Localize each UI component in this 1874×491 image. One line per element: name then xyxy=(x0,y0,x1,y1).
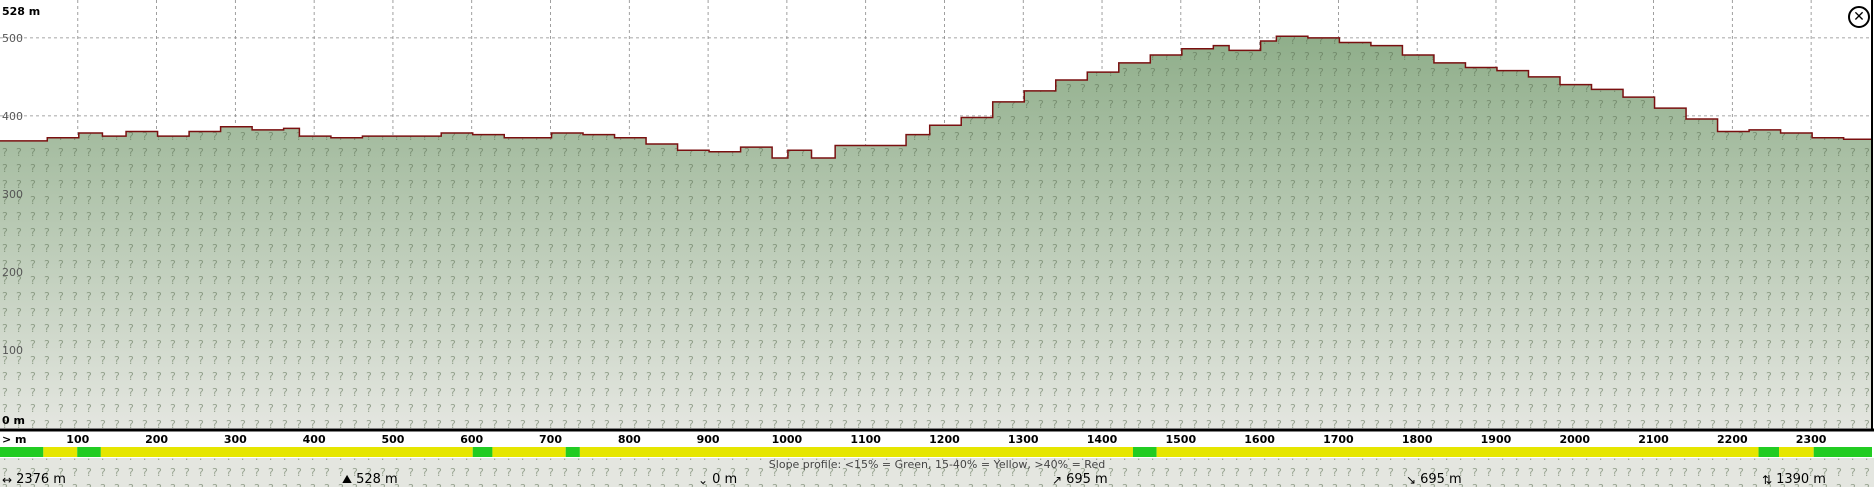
slope-segment xyxy=(0,447,44,457)
y-min-label: 0 m xyxy=(2,414,25,427)
slope-segment xyxy=(1813,447,1872,457)
slope-segment xyxy=(1758,447,1780,457)
close-icon: ✕ xyxy=(1853,9,1865,25)
stat-ascent-value: 695 m xyxy=(1066,472,1108,487)
stat-distance: ↔ 2376 m xyxy=(2,472,66,487)
stat-max-elevation-value: 528 m xyxy=(356,472,398,487)
stat-min-elevation-value: 0 m xyxy=(712,472,738,487)
descent-icon: ↘ xyxy=(1406,472,1417,487)
stat-elevation-range-value: 1390 m xyxy=(1776,472,1826,487)
y-tick-label: 100 xyxy=(2,344,23,357)
x-tick-label: 500 xyxy=(381,433,404,446)
stat-min-elevation: ⌄ 0 m xyxy=(698,472,737,487)
elevation-profile-svg: ? 100200300400500 528 m 0 m 100200300400… xyxy=(0,0,1874,487)
slope-segment xyxy=(100,447,473,457)
x-tick-label: 200 xyxy=(145,433,168,446)
slope-segment xyxy=(1156,447,1759,457)
y-max-label: 528 m xyxy=(2,5,40,18)
x-tick-label: 1900 xyxy=(1481,433,1512,446)
x-tick-label: 1100 xyxy=(850,433,881,446)
stat-descent: ↘ 695 m xyxy=(1406,472,1462,487)
slope-segment xyxy=(77,447,101,457)
x-tick-label: 2000 xyxy=(1559,433,1590,446)
elevation-profile-chart: ? 100200300400500 528 m 0 m 100200300400… xyxy=(0,0,1874,487)
x-tick-label: 2200 xyxy=(1717,433,1748,446)
slope-segment xyxy=(565,447,580,457)
x-tick-label: 1000 xyxy=(772,433,803,446)
y-tick-label: 200 xyxy=(2,266,23,279)
x-tick-label: 700 xyxy=(539,433,562,446)
stat-max-elevation: ⛰ 528 m xyxy=(342,472,398,487)
x-tick-label: 1300 xyxy=(1008,433,1039,446)
y-tick-label: 300 xyxy=(2,188,23,201)
distance-icon: ↔ xyxy=(2,472,13,487)
x-tick-label: 800 xyxy=(618,433,641,446)
slope-segment xyxy=(43,447,78,457)
x-tick-label: 300 xyxy=(224,433,247,446)
x-axis-prefix: > m xyxy=(2,433,27,446)
slope-segment xyxy=(579,447,1133,457)
x-tick-label: 1200 xyxy=(929,433,960,446)
peak-icon: ⛰ xyxy=(342,472,353,486)
slope-segment xyxy=(492,447,566,457)
x-tick-label: 100 xyxy=(66,433,89,446)
x-tick-label: 400 xyxy=(303,433,326,446)
elevation-area xyxy=(0,35,1873,429)
x-tick-label: 1400 xyxy=(1087,433,1118,446)
x-tick-label: 900 xyxy=(697,433,720,446)
ascent-icon: ↗ xyxy=(1052,472,1063,487)
x-tick-label: 2300 xyxy=(1796,433,1827,446)
range-icon: ⇅ xyxy=(1762,472,1773,487)
slope-profile-bar xyxy=(0,447,1872,457)
slope-segment xyxy=(472,447,493,457)
valley-icon: ⌄ xyxy=(698,472,709,487)
x-tick-label: 600 xyxy=(460,433,483,446)
x-tick-label: 1500 xyxy=(1166,433,1197,446)
close-button[interactable]: ✕ xyxy=(1848,6,1870,28)
slope-caption: Slope profile: <15% = Green, 15-40% = Ye… xyxy=(768,458,1106,471)
x-tick-label: 1600 xyxy=(1244,433,1275,446)
stat-descent-value: 695 m xyxy=(1420,472,1462,487)
elevation-texture xyxy=(0,36,1872,429)
y-tick-label: 400 xyxy=(2,110,23,123)
slope-segment xyxy=(1779,447,1814,457)
slope-segment xyxy=(1132,447,1157,457)
x-tick-label: 1800 xyxy=(1402,433,1433,446)
stat-distance-value: 2376 m xyxy=(16,472,66,487)
y-tick-label: 500 xyxy=(2,32,23,45)
x-tick-label: 2100 xyxy=(1638,433,1669,446)
stat-elevation-range: ⇅ 1390 m xyxy=(1762,472,1826,487)
x-tick-label: 1700 xyxy=(1323,433,1354,446)
stat-ascent: ↗ 695 m xyxy=(1052,472,1108,487)
